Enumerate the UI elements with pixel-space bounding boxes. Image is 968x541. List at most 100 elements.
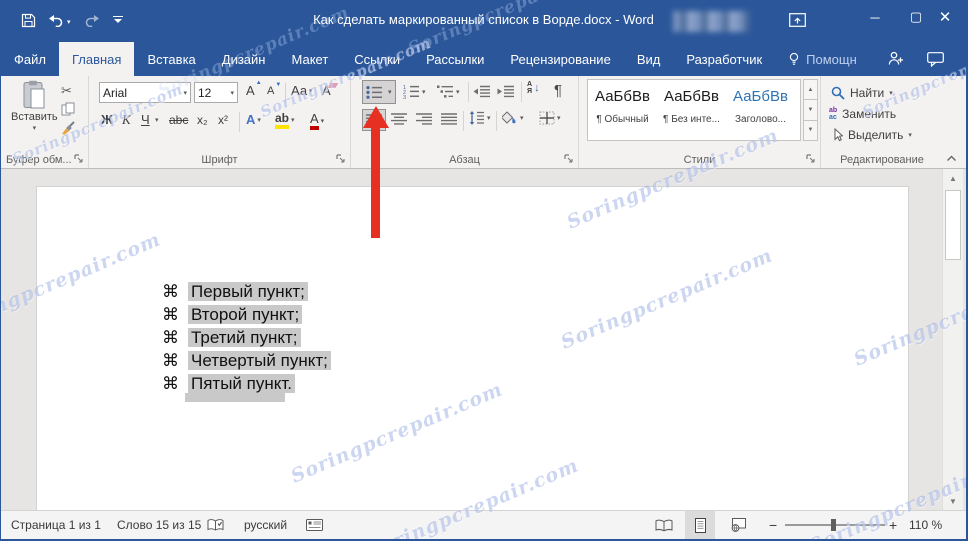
show-marks-button[interactable]: ¶ [554,82,562,99]
proofing-icon[interactable] [207,511,224,539]
paste-button[interactable]: Вставить ▾ [11,80,58,132]
decrease-indent-icon[interactable] [473,85,491,98]
list-item[interactable]: ⌘ Первый пункт; [162,280,331,303]
customize-qat-icon[interactable] [113,16,123,23]
group-label-styles: Стили [683,154,716,166]
read-mode-icon[interactable] [649,511,679,539]
zoom-in-button[interactable]: + [889,511,897,539]
underline-button[interactable]: Ч [141,112,150,127]
bullets-button[interactable]: ▾ [362,80,396,104]
zoom-level[interactable]: 110 % [909,511,942,539]
document-area: ⌘ Первый пункт; ⌘ Второй пункт; ⌘ Третий пу… [1,169,966,516]
cut-icon[interactable]: ✂ [61,83,72,99]
shading-button[interactable]: ▾ [502,111,524,125]
text-effects-button[interactable]: А ▾ [246,112,261,127]
tab-insert[interactable]: Вставка [134,42,208,76]
style-normal[interactable]: АаБбВв ¶ Обычный [588,80,657,140]
subscript-button[interactable]: x₂ [197,113,208,127]
collapse-ribbon-icon[interactable] [946,155,957,162]
tab-home[interactable]: Главная [58,42,135,76]
line-spacing-button[interactable]: ▾ [469,111,491,125]
feedback-icon[interactable] [927,52,944,67]
strikethrough-button[interactable]: abc [169,113,188,127]
tab-file[interactable]: Файл [1,42,59,76]
copy-icon[interactable] [61,102,75,116]
underline-dropdown-icon[interactable]: ▾ [155,116,159,124]
grow-font-button[interactable]: А ▲ [246,80,262,98]
styles-scroll-down-icon[interactable]: ▼ [803,100,818,121]
highlight-button[interactable]: ab ▾ [275,111,295,129]
change-case-button[interactable]: Аа ▾ [291,83,313,98]
minimize-button[interactable]: ─ [853,0,897,34]
clear-formatting-button[interactable]: А [322,83,338,98]
scroll-up-icon[interactable]: ▲ [943,169,963,187]
redo-icon[interactable] [85,14,100,27]
font-color-button[interactable]: А ▾ [310,111,324,130]
paragraph-dialog-launcher-icon[interactable] [564,154,574,164]
style-no-spacing[interactable]: АаБбВв ¶ Без инте... [657,80,726,140]
italic-button[interactable]: К [122,112,131,128]
scrollbar-thumb[interactable] [945,190,961,260]
select-button[interactable]: Выделить ▾ [831,128,912,142]
bullets-dropdown-icon[interactable]: ▾ [388,88,392,96]
web-layout-icon[interactable] [723,511,753,539]
align-center-button[interactable] [391,113,407,125]
align-right-button[interactable] [416,113,432,125]
word-count[interactable]: Слово 15 из 15 [117,511,201,539]
undo-icon[interactable] [48,14,63,27]
svg-text:3: 3 [403,95,406,99]
increase-indent-icon[interactable] [497,85,515,98]
tab-mailings[interactable]: Рассылки [413,42,497,76]
list-item[interactable]: ⌘ Пятый пункт. [162,372,331,395]
share-icon[interactable] [887,51,904,66]
zoom-out-button[interactable]: − [769,511,777,539]
multilevel-list-button[interactable]: ▾ [437,84,460,99]
document-page[interactable]: ⌘ Первый пункт; ⌘ Второй пункт; ⌘ Третий пу… [36,186,909,516]
zoom-slider-thumb[interactable] [831,519,836,531]
macro-icon[interactable] [306,511,323,539]
scroll-down-icon[interactable]: ▼ [943,492,963,510]
paste-dropdown-icon: ▾ [32,125,37,132]
styles-dialog-launcher-icon[interactable] [806,154,816,164]
bold-button[interactable]: Ж [101,112,113,127]
tab-design[interactable]: Дизайн [209,42,279,76]
undo-dropdown-icon[interactable]: ▾ [67,18,71,26]
list-item[interactable]: ⌘ Третий пункт; [162,326,331,349]
tab-developer[interactable]: Разработчик [673,42,775,76]
style-heading1[interactable]: АаБбВв Заголово... [726,80,795,140]
tab-tell-me[interactable]: Помощн [775,42,870,76]
selection-tail [185,393,285,402]
save-icon[interactable] [21,13,36,28]
window-title: Как сделать маркированный список в Ворде… [313,12,654,27]
print-layout-icon[interactable] [685,511,715,539]
language-indicator[interactable]: русский [244,511,287,539]
superscript-button[interactable]: x² [218,113,228,127]
bullet-glyph: ⌘ [162,351,179,370]
tab-layout[interactable]: Макет [278,42,341,76]
ribbon-display-options-icon[interactable] [789,13,806,27]
format-painter-icon[interactable] [61,121,75,135]
shrink-font-button[interactable]: А ▼ [267,82,281,97]
numbering-button[interactable]: 123 ▾ [403,84,426,99]
font-dialog-launcher-icon[interactable] [336,154,346,164]
close-button[interactable]: ✕ [923,0,966,34]
page-indicator[interactable]: Страница 1 из 1 [11,511,101,539]
sort-button[interactable]: АЯ ↓ [527,81,540,95]
tab-review[interactable]: Рецензирование [497,42,623,76]
styles-scroll-up-icon[interactable]: ▲ [803,79,818,101]
list-item[interactable]: ⌘ Второй пункт; [162,303,331,326]
tab-references[interactable]: Ссылки [341,42,413,76]
bullet-glyph: ⌘ [162,282,179,301]
list-item[interactable]: ⌘ Четвертый пункт; [162,349,331,372]
font-size-combo[interactable]: 12 ▾ [194,82,238,103]
replace-button[interactable]: ab ac Заменить [829,107,896,121]
vertical-scrollbar[interactable]: ▲ ▼ [942,169,963,510]
styles-more-icon[interactable]: ▼ [803,120,818,141]
justify-button[interactable] [441,113,457,125]
borders-button[interactable]: ▾ [539,111,561,125]
clipboard-dialog-launcher-icon[interactable] [74,154,84,164]
tab-view[interactable]: Вид [624,42,674,76]
find-button[interactable]: Найти ▾ [831,86,893,100]
chevron-down-icon: ▾ [230,89,234,97]
font-family-combo[interactable]: Arial ▾ [99,82,191,103]
